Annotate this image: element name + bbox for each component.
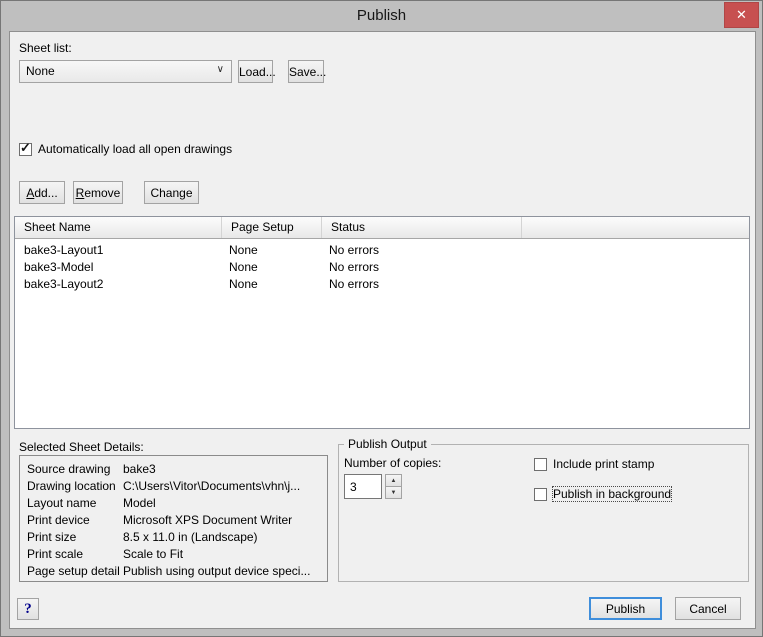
cell-page-setup: None [222, 242, 322, 259]
detail-value: Scale to Fit [123, 546, 327, 563]
spinner-down-button[interactable]: ▼ [385, 486, 402, 499]
checkbox-unchecked-icon [534, 488, 547, 501]
checkbox-unchecked-icon [534, 458, 547, 471]
detail-value: Microsoft XPS Document Writer [123, 512, 327, 529]
help-button[interactable]: ? [17, 598, 39, 620]
table-body: bake3-Layout1 None No errors bake3-Model… [15, 239, 749, 293]
cell-sheet-name: bake3-Layout2 [15, 276, 222, 293]
column-header-status[interactable]: Status [322, 217, 522, 238]
publish-output-legend: Publish Output [344, 437, 431, 451]
close-icon: ✕ [736, 7, 747, 22]
detail-value: Model [123, 495, 327, 512]
sheet-list-dropdown[interactable]: None ∨ [19, 60, 232, 83]
publish-in-background-label: Publish in background [553, 487, 671, 501]
detail-row: Print device Microsoft XPS Document Writ… [20, 512, 327, 529]
detail-label: Print size [20, 529, 123, 546]
include-print-stamp-checkbox[interactable]: Include print stamp [534, 457, 654, 471]
sheet-list-selected-value: None [26, 61, 55, 82]
auto-load-label: Automatically load all open drawings [38, 142, 232, 156]
add-button-label: dd... [34, 186, 57, 200]
load-button[interactable]: Load... [238, 60, 273, 83]
arrow-down-icon: ▼ [391, 490, 397, 496]
column-header-page-setup[interactable]: Page Setup [222, 217, 322, 238]
detail-row: Layout name Model [20, 495, 327, 512]
detail-label: Source drawing [20, 461, 123, 478]
cell-sheet-name: bake3-Layout1 [15, 242, 222, 259]
detail-value: Publish using output device speci... [123, 563, 327, 580]
detail-label: Print device [20, 512, 123, 529]
cancel-button[interactable]: Cancel [675, 597, 741, 620]
remove-button-accel: R [76, 186, 85, 200]
cell-status: No errors [322, 259, 522, 276]
checkmark-icon: ✓ [20, 140, 31, 156]
add-button[interactable]: Add... [19, 181, 65, 204]
table-header-row: Sheet Name Page Setup Status [15, 217, 749, 239]
copies-spinner: ▲ ▼ [385, 474, 402, 499]
sheet-list-label: Sheet list: [19, 41, 72, 55]
table-row[interactable]: bake3-Model None No errors [15, 259, 749, 276]
cell-sheet-name: bake3-Model [15, 259, 222, 276]
sheet-list-table: Sheet Name Page Setup Status bake3-Layou… [14, 216, 750, 429]
cell-status: No errors [322, 242, 522, 259]
column-header-empty[interactable] [522, 217, 749, 238]
detail-value: 8.5 x 11.0 in (Landscape) [123, 529, 327, 546]
detail-row: Source drawing bake3 [20, 461, 327, 478]
arrow-up-icon: ▲ [391, 478, 397, 484]
detail-label: Drawing location [20, 478, 123, 495]
cell-page-setup: None [222, 259, 322, 276]
column-header-sheet-name[interactable]: Sheet Name [15, 217, 222, 238]
detail-value: bake3 [123, 461, 327, 478]
selected-sheet-details-label: Selected Sheet Details: [19, 440, 144, 454]
checkbox-checked-icon: ✓ [19, 143, 32, 156]
chevron-down-icon: ∨ [217, 64, 224, 75]
save-button[interactable]: Save... [288, 60, 324, 83]
cell-status: No errors [322, 276, 522, 293]
auto-load-checkbox[interactable]: ✓ Automatically load all open drawings [19, 142, 232, 156]
detail-row: Drawing location C:\Users\Vitor\Document… [20, 478, 327, 495]
detail-row: Print scale Scale to Fit [20, 546, 327, 563]
dialog-title: Publish [1, 1, 762, 30]
selected-sheet-details-panel: Source drawing bake3 Drawing location C:… [19, 455, 328, 582]
number-of-copies-label: Number of copies: [344, 456, 441, 470]
publish-button[interactable]: Publish [589, 597, 662, 620]
change-button[interactable]: Change [144, 181, 199, 204]
close-button[interactable]: ✕ [724, 2, 759, 28]
detail-label: Print scale [20, 546, 123, 563]
title-bar: Publish ✕ [1, 1, 762, 31]
detail-value: C:\Users\Vitor\Documents\vhn\j... [123, 478, 327, 495]
number-of-copies-input[interactable] [344, 474, 382, 499]
publish-dialog: Publish ✕ Sheet list: None ∨ Load... Sav… [0, 0, 763, 637]
remove-button[interactable]: Remove [73, 181, 123, 204]
detail-label: Layout name [20, 495, 123, 512]
detail-row: Page setup detail Publish using output d… [20, 563, 327, 580]
table-row[interactable]: bake3-Layout2 None No errors [15, 276, 749, 293]
include-print-stamp-label: Include print stamp [553, 457, 654, 471]
detail-row: Print size 8.5 x 11.0 in (Landscape) [20, 529, 327, 546]
remove-button-label: emove [84, 186, 120, 200]
publish-in-background-checkbox[interactable]: Publish in background [534, 487, 671, 501]
detail-label: Page setup detail [20, 563, 123, 580]
cell-page-setup: None [222, 276, 322, 293]
table-row[interactable]: bake3-Layout1 None No errors [15, 242, 749, 259]
